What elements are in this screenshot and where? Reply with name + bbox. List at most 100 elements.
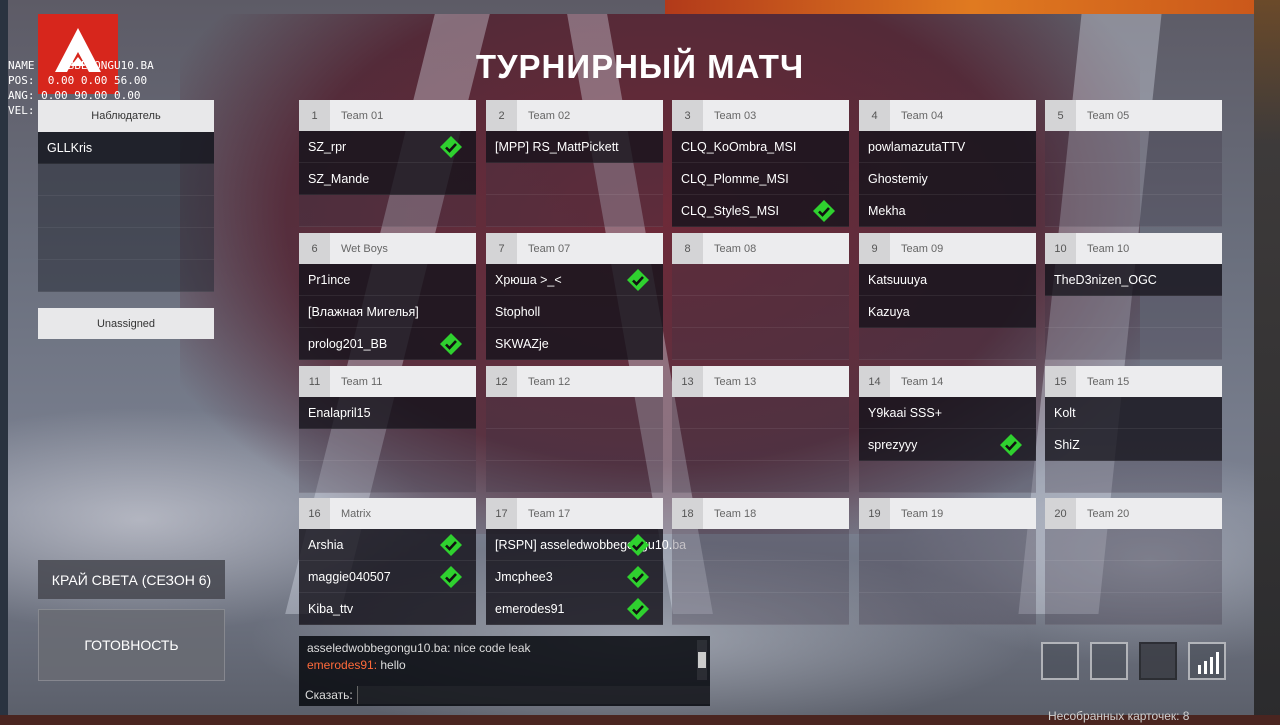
- player-slot[interactable]: maggie040507: [299, 561, 476, 593]
- observer-slot[interactable]: GLLKris: [38, 132, 214, 164]
- player-slot[interactable]: Jmcphee3: [486, 561, 663, 593]
- player-slot[interactable]: [672, 561, 849, 593]
- player-slot[interactable]: [299, 429, 476, 461]
- player-slot[interactable]: [672, 593, 849, 625]
- observer-header[interactable]: Наблюдатель: [38, 100, 214, 132]
- chat-input[interactable]: [356, 686, 710, 704]
- team-header[interactable]: 15 Team 15: [1045, 366, 1222, 397]
- player-slot[interactable]: [672, 328, 849, 360]
- player-slot[interactable]: Y9kaai SSS+: [859, 397, 1036, 429]
- team-number: 8: [672, 233, 703, 264]
- player-slot[interactable]: [486, 163, 663, 195]
- team-number: 5: [1045, 100, 1076, 131]
- player-slot[interactable]: [1045, 195, 1222, 227]
- player-slot[interactable]: Stopholl: [486, 296, 663, 328]
- option-square-button[interactable]: [1090, 642, 1128, 680]
- player-slot[interactable]: powlamazutaTTV: [859, 131, 1036, 163]
- player-slot[interactable]: [1045, 529, 1222, 561]
- observer-slot[interactable]: [38, 164, 214, 196]
- team-header[interactable]: 14 Team 14: [859, 366, 1036, 397]
- player-slot[interactable]: [299, 461, 476, 493]
- team-header[interactable]: 3 Team 03: [672, 100, 849, 131]
- stats-button[interactable]: [1188, 642, 1226, 680]
- player-slot[interactable]: [672, 296, 849, 328]
- option-square-button[interactable]: [1139, 642, 1177, 680]
- player-slot[interactable]: SKWAZje: [486, 328, 663, 360]
- player-slot[interactable]: CLQ_StyleS_MSI: [672, 195, 849, 227]
- observer-slot[interactable]: [38, 196, 214, 228]
- player-slot[interactable]: [486, 461, 663, 493]
- option-square-button[interactable]: [1041, 642, 1079, 680]
- unassigned-slot[interactable]: Unassigned: [38, 308, 214, 339]
- player-slot[interactable]: [672, 397, 849, 429]
- player-slot[interactable]: sprezyyy: [859, 429, 1036, 461]
- team-header[interactable]: 20 Team 20: [1045, 498, 1222, 529]
- team-header[interactable]: 10 Team 10: [1045, 233, 1222, 264]
- player-slot[interactable]: [Влажная Мигелья]: [299, 296, 476, 328]
- observer-slot[interactable]: [38, 228, 214, 260]
- team-header[interactable]: 19 Team 19: [859, 498, 1036, 529]
- team-header[interactable]: 7 Team 07: [486, 233, 663, 264]
- player-slot[interactable]: [672, 264, 849, 296]
- player-slot[interactable]: [672, 461, 849, 493]
- player-slot[interactable]: [859, 461, 1036, 493]
- player-slot[interactable]: Ghostemiy: [859, 163, 1036, 195]
- player-slot[interactable]: [859, 529, 1036, 561]
- player-slot[interactable]: emerodes91: [486, 593, 663, 625]
- player-slot[interactable]: [486, 429, 663, 461]
- team-header[interactable]: 16 Matrix: [299, 498, 476, 529]
- player-slot[interactable]: [1045, 296, 1222, 328]
- player-slot[interactable]: [1045, 131, 1222, 163]
- player-slot[interactable]: Enalapril15: [299, 397, 476, 429]
- player-slot[interactable]: [859, 561, 1036, 593]
- chat-scrollbar[interactable]: [697, 640, 707, 680]
- player-slot[interactable]: Kolt: [1045, 397, 1222, 429]
- player-slot[interactable]: prolog201_BB: [299, 328, 476, 360]
- player-slot[interactable]: CLQ_Plomme_MSI: [672, 163, 849, 195]
- player-slot[interactable]: [MPP] RS_MattPickett: [486, 131, 663, 163]
- ready-button[interactable]: ГОТОВНОСТЬ: [38, 609, 225, 681]
- player-slot[interactable]: [1045, 461, 1222, 493]
- team-header[interactable]: 17 Team 17: [486, 498, 663, 529]
- player-slot[interactable]: Хрюша >_<: [486, 264, 663, 296]
- team-header[interactable]: 6 Wet Boys: [299, 233, 476, 264]
- player-slot[interactable]: [859, 593, 1036, 625]
- player-slot[interactable]: [486, 397, 663, 429]
- team-header[interactable]: 11 Team 11: [299, 366, 476, 397]
- player-slot[interactable]: Kiba_ttv: [299, 593, 476, 625]
- team-card: 10 Team 10 TheD3nizen_OGC: [1045, 233, 1222, 361]
- player-slot[interactable]: Pr1ince: [299, 264, 476, 296]
- chat-message: asseledwobbegongu10.ba: nice code leak: [307, 640, 687, 657]
- player-slot[interactable]: [1045, 163, 1222, 195]
- player-slot[interactable]: [RSPN] asseledwobbegongu10.ba: [486, 529, 686, 561]
- player-slot[interactable]: [1045, 593, 1222, 625]
- player-slot[interactable]: [486, 195, 663, 227]
- player-slot[interactable]: [859, 328, 1036, 360]
- player-slot[interactable]: Arshia: [299, 529, 476, 561]
- team-header[interactable]: 9 Team 09: [859, 233, 1036, 264]
- player-slot[interactable]: CLQ_KoOmbra_MSI: [672, 131, 849, 163]
- team-header[interactable]: 2 Team 02: [486, 100, 663, 131]
- player-slot[interactable]: Kazuya: [859, 296, 1036, 328]
- player-slot[interactable]: [672, 429, 849, 461]
- player-slot[interactable]: ShiZ: [1045, 429, 1222, 461]
- player-slot[interactable]: Mekha: [859, 195, 1036, 227]
- player-slot[interactable]: [672, 529, 849, 561]
- team-header[interactable]: 8 Team 08: [672, 233, 849, 264]
- observer-slot[interactable]: [38, 260, 214, 292]
- player-slot[interactable]: [299, 195, 476, 227]
- team-header[interactable]: 4 Team 04: [859, 100, 1036, 131]
- player-slot[interactable]: Katsuuuya: [859, 264, 1036, 296]
- season-map-button[interactable]: КРАЙ СВЕТА (СЕЗОН 6): [38, 560, 225, 599]
- player-slot[interactable]: [1045, 561, 1222, 593]
- team-header[interactable]: 13 Team 13: [672, 366, 849, 397]
- player-slot[interactable]: SZ_Mande: [299, 163, 476, 195]
- team-header[interactable]: 12 Team 12: [486, 366, 663, 397]
- player-slot[interactable]: TheD3nizen_OGC: [1045, 264, 1222, 296]
- player-slot[interactable]: [1045, 328, 1222, 360]
- team-header[interactable]: 5 Team 05: [1045, 100, 1222, 131]
- team-header[interactable]: 18 Team 18: [672, 498, 849, 529]
- chat-scroll-thumb[interactable]: [698, 652, 706, 668]
- player-slot[interactable]: SZ_rpr: [299, 131, 476, 163]
- team-header[interactable]: 1 Team 01: [299, 100, 476, 131]
